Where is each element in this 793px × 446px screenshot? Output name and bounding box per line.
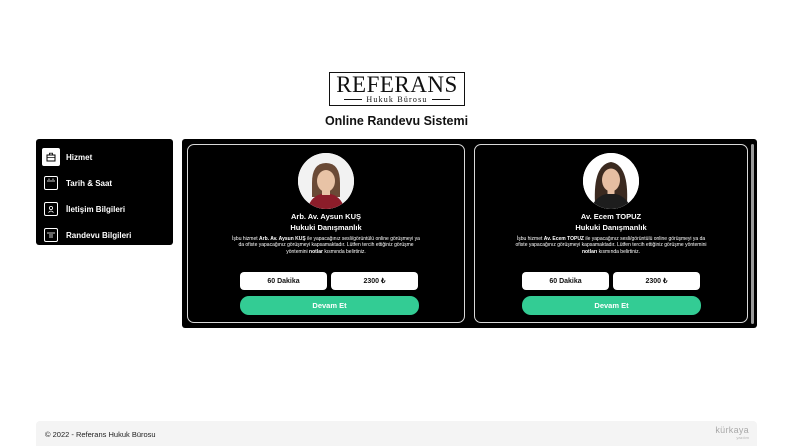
duration-badge: 60 Dakika: [522, 272, 609, 290]
logo-sub-text: Hukuk Bürosu: [366, 94, 428, 104]
price-badge: 2300 ₺: [613, 272, 700, 290]
desc-lawyer-name: Av. Ecem TOPUZ: [543, 236, 584, 242]
lawyer-name: Av. Ecem TOPUZ: [580, 212, 642, 221]
sidebar-item-label: Tarih & Saat: [66, 178, 113, 188]
lawyer-card: Av. Ecem TOPUZ Hukuki Danışmanlık İşbu h…: [474, 144, 748, 323]
briefcase-icon: [42, 148, 60, 166]
logo-main-text: REFERANS: [336, 71, 458, 97]
service-description: İşbu hizmet Arb. Av. Aysun KUŞ ile yapac…: [230, 236, 422, 255]
service-title: Hukuki Danışmanlık: [575, 223, 647, 232]
desc-text: kısmında belirtiniz.: [597, 248, 641, 255]
service-panel: Arb. Av. Aysun KUŞ Hukuki Danışmanlık İş…: [182, 139, 757, 328]
service-description: İşbu hizmet Av. Ecem TOPUZ ile yapacağın…: [515, 236, 707, 255]
step-sidebar: Hizmet Tarih & Saat İletişim Bilgileri R…: [36, 139, 173, 245]
developer-brand-sub: yazılım: [736, 435, 749, 440]
continue-button[interactable]: Devam Et: [240, 296, 419, 315]
developer-brand-name: kürkaya: [715, 425, 749, 435]
lawyer-card: Arb. Av. Aysun KUŞ Hukuki Danışmanlık İş…: [187, 144, 465, 323]
calendar-icon: [44, 176, 58, 190]
sidebar-item-label: Hizmet: [66, 152, 93, 162]
sidebar-item-tarih-saat[interactable]: Tarih & Saat: [40, 170, 169, 196]
desc-notes: notları: [581, 248, 598, 255]
lawyer-name: Arb. Av. Aysun KUŞ: [290, 212, 361, 221]
sidebar-item-iletisim[interactable]: İletişim Bilgileri: [40, 196, 169, 222]
logo-sub-row: Hukuk Bürosu: [344, 94, 450, 104]
desc-text: kısmında belirtiniz.: [322, 248, 366, 255]
logo-divider: [344, 98, 363, 100]
page-title: Online Randevu Sistemi: [324, 114, 469, 128]
desc-text: İşbu hizmet: [516, 236, 544, 242]
desc-text: İşbu hizmet: [232, 236, 260, 242]
desc-notes: notlar: [309, 248, 323, 255]
duration-badge: 60 Dakika: [240, 272, 327, 290]
calendar-list-icon: [44, 228, 58, 242]
logo: REFERANS Hukuk Bürosu: [329, 72, 465, 106]
price-badge: 2300 ₺: [331, 272, 418, 290]
scrollbar[interactable]: [751, 144, 754, 324]
logo-divider: [431, 98, 450, 100]
sidebar-item-label: Randevu Bilgileri: [66, 230, 132, 240]
developer-brand[interactable]: kürkaya yazılım: [715, 425, 749, 440]
sidebar-item-hizmet[interactable]: Hizmet: [40, 144, 169, 170]
contact-card-icon: [44, 202, 58, 216]
avatar: [583, 153, 639, 209]
desc-lawyer-name: Arb. Av. Aysun KUŞ: [259, 236, 306, 242]
footer: © 2022 - Referans Hukuk Bürosu kürkaya y…: [36, 421, 757, 446]
continue-button[interactable]: Devam Et: [522, 296, 701, 315]
service-title: Hukuki Danışmanlık: [290, 223, 362, 232]
copyright-text: © 2022 - Referans Hukuk Bürosu: [45, 430, 156, 439]
avatar: [298, 153, 354, 209]
sidebar-item-label: İletişim Bilgileri: [66, 204, 126, 214]
sidebar-item-randevu[interactable]: Randevu Bilgileri: [40, 222, 169, 248]
